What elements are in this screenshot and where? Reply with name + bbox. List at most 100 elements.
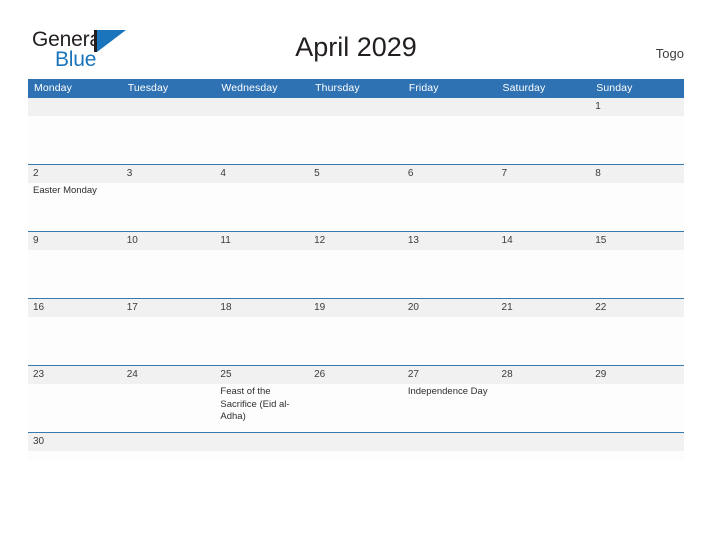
day-event-cell[interactable]: Feast of the Sacrifice (Eid al-Adha) [215, 384, 309, 432]
day-number-cell[interactable]: 1 [590, 98, 684, 116]
day-number-cell[interactable]: 8 [590, 165, 684, 183]
day-event-cell[interactable] [497, 384, 591, 432]
day-number-cell[interactable] [215, 98, 309, 116]
day-number-cell[interactable]: 13 [403, 232, 497, 250]
day-event-cell[interactable] [28, 384, 122, 432]
weekday-header-wednesday: Wednesday [221, 82, 278, 94]
day-number-band: 1 [28, 98, 684, 116]
day-number-band: 23 24 25 26 27 28 29 [28, 366, 684, 384]
day-event-cell[interactable] [497, 451, 591, 461]
day-number-cell[interactable] [215, 433, 309, 451]
day-event-cell[interactable] [497, 317, 591, 365]
day-event-cell[interactable] [215, 451, 309, 461]
day-number-cell[interactable]: 17 [122, 299, 216, 317]
day-event-cell[interactable] [403, 451, 497, 461]
day-number-cell[interactable]: 20 [403, 299, 497, 317]
day-event-cell[interactable] [403, 250, 497, 298]
day-event-cell[interactable] [590, 317, 684, 365]
day-number-cell[interactable]: 11 [215, 232, 309, 250]
day-number-cell[interactable]: 7 [497, 165, 591, 183]
day-event-cell[interactable] [28, 116, 122, 164]
day-number-cell[interactable] [497, 433, 591, 451]
day-number-cell[interactable]: 29 [590, 366, 684, 384]
day-number-cell[interactable]: 18 [215, 299, 309, 317]
day-number-cell[interactable]: 19 [309, 299, 403, 317]
day-number-cell[interactable]: 3 [122, 165, 216, 183]
day-event-band [28, 250, 684, 298]
day-event-band: Easter Monday [28, 183, 684, 231]
day-number-cell[interactable]: 4 [215, 165, 309, 183]
day-number-cell[interactable] [122, 98, 216, 116]
calendar-week-row: 1 [28, 98, 684, 164]
day-number-cell[interactable] [403, 433, 497, 451]
day-event-cell[interactable] [590, 451, 684, 461]
day-number-cell[interactable]: 26 [309, 366, 403, 384]
day-event-cell[interactable] [215, 250, 309, 298]
day-number-cell[interactable]: 21 [497, 299, 591, 317]
day-event-cell[interactable] [122, 317, 216, 365]
day-number-cell[interactable]: 16 [28, 299, 122, 317]
day-number-cell[interactable]: 23 [28, 366, 122, 384]
day-number-cell[interactable]: 24 [122, 366, 216, 384]
day-number-cell[interactable]: 22 [590, 299, 684, 317]
day-event-cell[interactable] [309, 317, 403, 365]
day-event-cell[interactable] [309, 250, 403, 298]
page-header: General Blue April 2029 Togo [0, 0, 712, 79]
day-number-cell[interactable]: 10 [122, 232, 216, 250]
day-event-cell[interactable] [403, 183, 497, 231]
day-number-cell[interactable]: 25 [215, 366, 309, 384]
weekday-header-tuesday: Tuesday [127, 82, 169, 94]
weekday-header-friday: Friday [408, 82, 439, 94]
day-event-cell[interactable] [590, 384, 684, 432]
day-number-cell[interactable]: 5 [309, 165, 403, 183]
calendar-weeks: 1 2 3 4 5 6 7 8 Easter Monday 9 10 11 12 13 14 15 16 17 18… [28, 98, 684, 461]
day-number-cell[interactable] [590, 433, 684, 451]
day-event-cell[interactable] [122, 384, 216, 432]
weekday-header-monday: Monday [34, 82, 72, 94]
day-event-cell[interactable] [122, 451, 216, 461]
day-event-cell[interactable] [590, 183, 684, 231]
day-number-cell[interactable]: 28 [497, 366, 591, 384]
day-event-cell[interactable] [309, 384, 403, 432]
day-event-cell[interactable] [28, 451, 122, 461]
day-number-cell[interactable] [122, 433, 216, 451]
day-event-cell[interactable] [497, 250, 591, 298]
day-number-cell[interactable]: 6 [403, 165, 497, 183]
day-event-cell[interactable] [309, 116, 403, 164]
day-event-cell[interactable] [122, 250, 216, 298]
day-event-cell[interactable] [215, 183, 309, 231]
day-event-cell[interactable] [403, 116, 497, 164]
day-event-cell[interactable] [590, 116, 684, 164]
day-number-cell[interactable]: 27 [403, 366, 497, 384]
day-event-cell[interactable] [497, 183, 591, 231]
day-event-cell[interactable] [497, 116, 591, 164]
day-number-cell[interactable]: 15 [590, 232, 684, 250]
day-number-cell[interactable] [309, 433, 403, 451]
day-event-cell[interactable] [122, 183, 216, 231]
day-number-cell[interactable]: 9 [28, 232, 122, 250]
day-number-cell[interactable] [309, 98, 403, 116]
day-number-cell[interactable] [403, 98, 497, 116]
day-event-cell[interactable]: Easter Monday [28, 183, 122, 231]
holiday-event-label: Feast of the Sacrifice (Eid al-Adha) [220, 386, 290, 422]
day-event-cell[interactable] [28, 250, 122, 298]
day-event-cell[interactable] [28, 317, 122, 365]
day-event-cell[interactable] [215, 317, 309, 365]
page-title: April 2029 [295, 32, 417, 62]
day-number-cell[interactable]: 2 [28, 165, 122, 183]
day-event-cell[interactable] [590, 250, 684, 298]
day-event-cell[interactable] [122, 116, 216, 164]
day-number-cell[interactable]: 30 [28, 433, 122, 451]
day-event-cell[interactable] [309, 451, 403, 461]
calendar-week-row: 16 17 18 19 20 21 22 [28, 298, 684, 365]
day-event-cell[interactable]: Independence Day [403, 384, 497, 432]
day-number-cell[interactable]: 14 [497, 232, 591, 250]
day-event-cell[interactable] [403, 317, 497, 365]
day-number-cell[interactable] [28, 98, 122, 116]
day-number-cell[interactable]: 12 [309, 232, 403, 250]
day-number-band: 16 17 18 19 20 21 22 [28, 299, 684, 317]
day-event-cell[interactable] [309, 183, 403, 231]
day-event-cell[interactable] [215, 116, 309, 164]
day-number-band: 30 [28, 433, 684, 451]
day-number-cell[interactable] [497, 98, 591, 116]
